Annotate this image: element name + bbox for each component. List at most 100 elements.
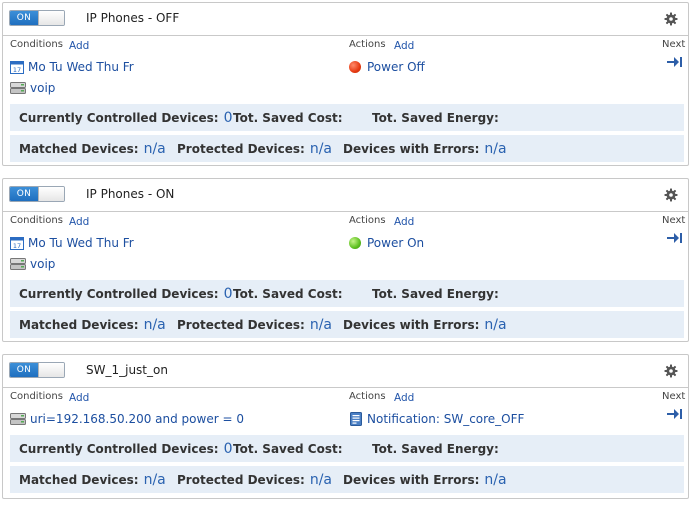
matched-devices-label: Matched Devices: [19,472,139,487]
rule-toggle[interactable]: ON [9,186,65,202]
red-status-icon [349,61,361,73]
action-item[interactable]: Power Off [349,60,425,74]
condition-text: Mo Tu Wed Thu Fr [28,60,134,74]
condition-schedule[interactable]: 17 Mo Tu Wed Thu Fr [10,60,134,74]
rule-card: ON IP Phones - ON Conditions Add Actions… [2,178,689,342]
saved-energy-label: Tot. Saved Energy: [372,441,499,456]
calendar-icon: 17 [10,237,24,250]
rule-toggle[interactable]: ON [9,10,65,26]
action-text: Power On [367,236,425,250]
controlled-devices-label: Currently Controlled Devices: [19,110,219,125]
rule-card: ON SW_1_just_on Conditions Add Actions A… [2,354,689,499]
condition-device[interactable]: uri=192.168.50.200 and power = 0 [10,412,244,426]
condition-text: voip [30,257,56,271]
protected-devices-label: Protected Devices: [177,317,305,332]
condition-text: voip [30,81,56,95]
rule-toggle[interactable]: ON [9,362,65,378]
rule-header: ON IP Phones - OFF [3,3,688,36]
toggle-knob [38,11,64,25]
toggle-on-label: ON [10,363,38,377]
device-icon [10,413,26,425]
error-devices-value: n/a [484,471,507,488]
matched-devices-label: Matched Devices: [19,317,139,332]
action-text: Notification: SW_core_OFF [367,412,525,426]
error-devices-value: n/a [484,140,507,157]
action-item[interactable]: Notification: SW_core_OFF [349,412,524,426]
next-label: Next [662,215,686,226]
next-label: Next [662,39,686,50]
error-devices-label: Devices with Errors: [343,141,480,156]
rule-title: IP Phones - OFF [86,11,180,25]
saved-cost-label: Tot. Saved Cost: [233,441,343,456]
condition-text: uri=192.168.50.200 and power = 0 [30,412,244,426]
protected-devices-value: n/a [309,316,332,333]
device-icon [10,258,26,270]
next-arrow-icon[interactable] [667,232,683,244]
stats-bar-devices: Matched Devices: n/a Protected Devices: n/… [10,466,684,493]
next-label: Next [662,391,686,402]
stats-bar-devices: Matched Devices: n/a Protected Devices: n/… [10,311,684,338]
actions-label: Actions [349,39,386,50]
action-item[interactable]: Power On [349,236,424,250]
saved-cost-label: Tot. Saved Cost: [233,110,343,125]
add-action-link[interactable]: Add [394,392,414,404]
notification-icon [350,412,362,426]
controlled-devices-value: 0 [223,440,233,457]
gear-icon[interactable] [664,12,678,26]
condition-device[interactable]: voip [10,81,55,95]
matched-devices-value: n/a [143,471,166,488]
toggle-on-label: ON [10,187,38,201]
action-text: Power Off [367,60,425,74]
condition-schedule[interactable]: 17 Mo Tu Wed Thu Fr [10,236,134,250]
stats-bar-devices: Matched Devices: n/a Protected Devices: n/… [10,135,684,162]
gear-icon[interactable] [664,188,678,202]
next-arrow-icon[interactable] [667,56,683,68]
add-action-link[interactable]: Add [394,216,414,228]
add-condition-link[interactable]: Add [69,216,89,228]
svg-text:17: 17 [13,242,21,250]
add-condition-link[interactable]: Add [69,40,89,52]
error-devices-label: Devices with Errors: [343,317,480,332]
stats-bar-controlled: Currently Controlled Devices: 0 Tot. Save… [10,280,684,307]
conditions-label: Conditions [10,391,63,402]
saved-energy-label: Tot. Saved Energy: [372,110,499,125]
stats-bar-controlled: Currently Controlled Devices: 0 Tot. Save… [10,104,684,131]
toggle-knob [38,187,64,201]
saved-cost-label: Tot. Saved Cost: [233,286,343,301]
device-icon [10,82,26,94]
condition-device[interactable]: voip [10,257,55,271]
actions-label: Actions [349,215,386,226]
protected-devices-value: n/a [309,140,332,157]
rule-header: ON IP Phones - ON [3,179,688,212]
add-condition-link[interactable]: Add [69,392,89,404]
matched-devices-label: Matched Devices: [19,141,139,156]
error-devices-value: n/a [484,316,507,333]
gear-icon[interactable] [664,364,678,378]
rule-title: SW_1_just_on [86,363,168,377]
error-devices-label: Devices with Errors: [343,472,480,487]
rule-card: ON IP Phones - OFF Conditions Add Action… [2,2,689,166]
condition-text: Mo Tu Wed Thu Fr [28,236,134,250]
svg-text:17: 17 [13,66,21,74]
matched-devices-value: n/a [143,316,166,333]
conditions-label: Conditions [10,39,63,50]
stats-bar-controlled: Currently Controlled Devices: 0 Tot. Save… [10,435,684,462]
controlled-devices-value: 0 [223,109,233,126]
controlled-devices-label: Currently Controlled Devices: [19,441,219,456]
controlled-devices-value: 0 [223,285,233,302]
protected-devices-label: Protected Devices: [177,141,305,156]
green-status-icon [349,237,361,249]
rule-header: ON SW_1_just_on [3,355,688,388]
actions-label: Actions [349,391,386,402]
next-arrow-icon[interactable] [667,408,683,420]
protected-devices-label: Protected Devices: [177,472,305,487]
toggle-on-label: ON [10,11,38,25]
matched-devices-value: n/a [143,140,166,157]
controlled-devices-label: Currently Controlled Devices: [19,286,219,301]
calendar-icon: 17 [10,61,24,74]
add-action-link[interactable]: Add [394,40,414,52]
protected-devices-value: n/a [309,471,332,488]
rule-title: IP Phones - ON [86,187,175,201]
toggle-knob [38,363,64,377]
conditions-label: Conditions [10,215,63,226]
